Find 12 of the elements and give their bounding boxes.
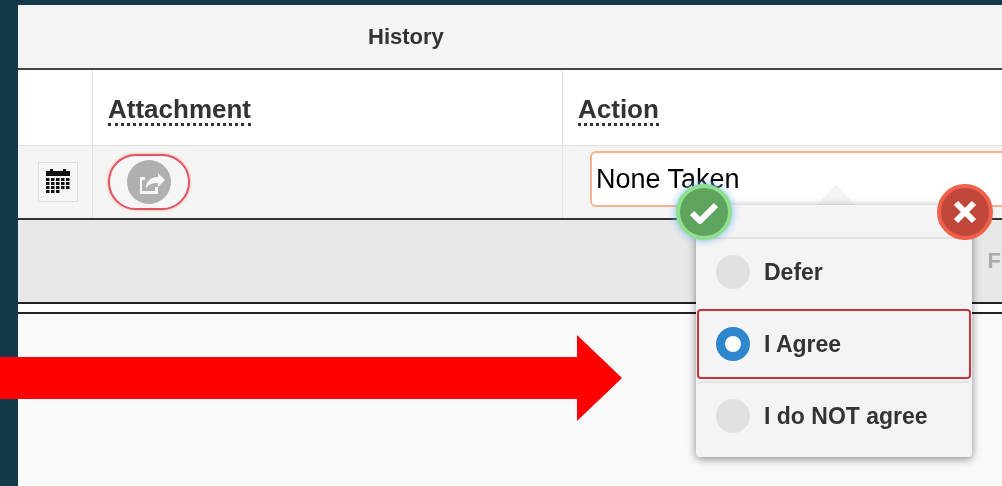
section-title: History: [368, 23, 444, 50]
close-icon: [953, 200, 977, 224]
calendar-icon[interactable]: [38, 162, 78, 202]
radio-option[interactable]: I Agree: [697, 309, 971, 379]
attachment-button[interactable]: [108, 154, 190, 210]
column-label: F: [987, 248, 1002, 274]
radio-option[interactable]: I do NOT agree: [697, 381, 971, 451]
checkmark-icon: [690, 200, 718, 224]
radio-option[interactable]: Defer: [697, 237, 971, 307]
column-header: Action: [578, 95, 659, 126]
column-header: Attachment: [108, 95, 251, 126]
share-icon: [126, 159, 172, 205]
